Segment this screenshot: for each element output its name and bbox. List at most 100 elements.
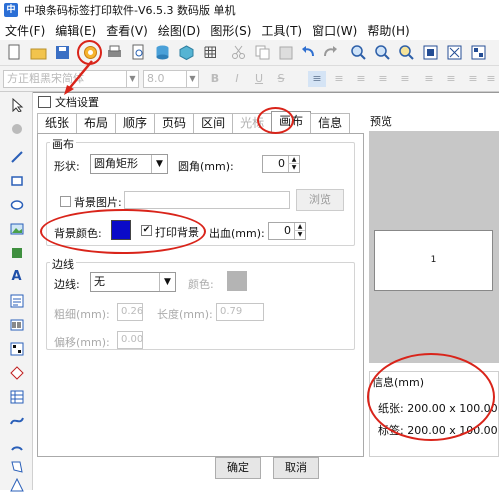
- corner-radius-label: 圆角(mm):: [178, 160, 234, 173]
- zoom-out-icon[interactable]: [374, 44, 391, 61]
- tab-info[interactable]: 信息: [310, 113, 351, 133]
- cancel-button[interactable]: 取消: [273, 457, 319, 479]
- paste-icon[interactable]: [278, 44, 295, 61]
- table-tool-icon[interactable]: [8, 388, 25, 405]
- background-image-path[interactable]: [124, 191, 290, 209]
- border-length-input[interactable]: 0.79: [216, 303, 264, 321]
- tab-page-number[interactable]: 页码: [154, 113, 195, 133]
- chevron-down-icon: ▼: [126, 71, 138, 87]
- database-icon[interactable]: [154, 44, 171, 61]
- zoom-in-icon[interactable]: [350, 44, 367, 61]
- rich-text-tool-icon[interactable]: [8, 292, 25, 309]
- tab-range[interactable]: 区间: [193, 113, 234, 133]
- menu-edit[interactable]: 编辑(E): [50, 22, 101, 39]
- qrcode-tool-icon[interactable]: [8, 340, 25, 357]
- undo-icon[interactable]: [300, 44, 317, 61]
- valign-bottom-icon[interactable]: ≡: [464, 71, 482, 87]
- shape-select[interactable]: 圆角矩形 ▼: [90, 154, 168, 174]
- menu-view[interactable]: 查看(V): [101, 22, 153, 39]
- open-folder-icon[interactable]: [30, 44, 47, 61]
- distribute-icon[interactable]: ≡: [396, 71, 414, 87]
- highlight-oval-info: [367, 353, 495, 441]
- data-cube-icon[interactable]: [178, 44, 195, 61]
- annotation-arrow-icon: [64, 60, 93, 95]
- italic-icon[interactable]: I: [228, 71, 246, 87]
- line-tool-icon[interactable]: [8, 148, 25, 165]
- border-length-label: 长度(mm):: [157, 308, 213, 321]
- bleed-value: 0: [284, 224, 291, 237]
- zoom-fit-icon[interactable]: [398, 44, 415, 61]
- bleed-stepper[interactable]: 0 ▲ ▼: [268, 222, 306, 240]
- canvas-group-label: 画布: [50, 136, 76, 152]
- spin-up-icon[interactable]: ▲: [294, 223, 305, 231]
- valign-top-icon[interactable]: ≡: [420, 71, 438, 87]
- barcode-tool-icon[interactable]: [8, 316, 25, 333]
- spin-down-icon[interactable]: ▼: [288, 164, 299, 172]
- chevron-down-icon: ▼: [159, 273, 175, 291]
- canvas-tab-panel: 画布 形状: 圆角矩形 ▼ 圆角(mm): 0 ▲ ▼ 背景图片: 浏览 背景颜…: [37, 133, 364, 457]
- background-image-label: 背景图片:: [74, 196, 122, 209]
- new-file-icon[interactable]: [6, 44, 23, 61]
- background-image-checkbox[interactable]: [60, 196, 71, 207]
- menu-tools[interactable]: 工具(T): [256, 22, 307, 39]
- select-arrow-icon[interactable]: [8, 96, 25, 113]
- more-icon[interactable]: ≡: [484, 71, 498, 87]
- image-tool-icon[interactable]: [8, 220, 25, 237]
- grid-icon[interactable]: [202, 44, 219, 61]
- bold-icon[interactable]: B: [206, 71, 224, 87]
- app-logo-icon: 中: [4, 3, 18, 17]
- menu-file[interactable]: 文件(F): [0, 22, 50, 39]
- menu-draw[interactable]: 绘图(D): [153, 22, 206, 39]
- highlight-oval-background-color: [40, 209, 206, 254]
- print-preview-icon[interactable]: [130, 44, 147, 61]
- menu-shape[interactable]: 图形(S): [205, 22, 256, 39]
- text-tool-icon[interactable]: A: [8, 268, 25, 285]
- align-left-icon[interactable]: ≡: [308, 71, 326, 87]
- corner-radius-stepper[interactable]: 0 ▲ ▼: [262, 155, 300, 173]
- justify-icon[interactable]: ≡: [374, 71, 392, 87]
- shape-tool-icon[interactable]: [8, 244, 25, 261]
- redo-icon[interactable]: [322, 44, 339, 61]
- spin-up-icon[interactable]: ▲: [288, 156, 299, 164]
- freeform-tool-icon[interactable]: [8, 458, 25, 475]
- rectangle-tool-icon[interactable]: [8, 172, 25, 189]
- ok-button[interactable]: 确定: [215, 457, 261, 479]
- shape-value: 圆角矩形: [94, 157, 138, 170]
- settings-tabs: 纸张 布局 顺序 页码 区间 光标 画布 信息: [37, 111, 351, 133]
- pan-tool-icon[interactable]: [8, 120, 25, 137]
- align-right-icon[interactable]: ≡: [352, 71, 370, 87]
- title-bar: 中 中琅条码标签打印软件-V6.5.3 数码版 单机: [0, 0, 499, 20]
- border-offset-input[interactable]: 0.00: [117, 331, 143, 349]
- border-line-select[interactable]: 无 ▼: [90, 272, 176, 292]
- menu-help[interactable]: 帮助(H): [362, 22, 414, 39]
- fit-page-icon[interactable]: [422, 44, 439, 61]
- menu-window[interactable]: 窗口(W): [307, 22, 362, 39]
- page-view-icon[interactable]: [470, 44, 487, 61]
- curve-tool-icon[interactable]: [8, 412, 25, 429]
- underline-icon[interactable]: U: [250, 71, 268, 87]
- strikethrough-icon[interactable]: S: [272, 71, 290, 87]
- dialog-icon: [38, 96, 51, 108]
- cut-icon[interactable]: [230, 44, 247, 61]
- triangle-tool-icon[interactable]: [8, 476, 25, 493]
- tab-order[interactable]: 顺序: [115, 113, 156, 133]
- highlight-oval-canvas-tab: [257, 107, 294, 134]
- ellipse-tool-icon[interactable]: [8, 196, 25, 213]
- menu-bar: 文件(F) 编辑(E) 查看(V) 绘图(D) 图形(S) 工具(T) 窗口(W…: [0, 20, 499, 40]
- tab-paper[interactable]: 纸张: [37, 113, 78, 133]
- border-color-swatch[interactable]: [227, 271, 247, 291]
- spin-down-icon[interactable]: ▼: [294, 231, 305, 239]
- actual-size-icon[interactable]: [446, 44, 463, 61]
- polygon-tool-icon[interactable]: [8, 364, 25, 381]
- font-size-select[interactable]: 8.0 ▼: [143, 70, 199, 88]
- border-width-input[interactable]: 0.26: [117, 303, 143, 321]
- arc-tool-icon[interactable]: [8, 436, 25, 453]
- align-center-icon[interactable]: ≡: [330, 71, 348, 87]
- valign-middle-icon[interactable]: ≡: [442, 71, 460, 87]
- copy-icon[interactable]: [254, 44, 271, 61]
- border-color-label: 颜色:: [188, 278, 214, 291]
- chevron-down-icon: ▼: [151, 155, 167, 173]
- tab-layout[interactable]: 布局: [76, 113, 117, 133]
- print-icon[interactable]: [106, 44, 123, 61]
- browse-button[interactable]: 浏览: [296, 189, 344, 211]
